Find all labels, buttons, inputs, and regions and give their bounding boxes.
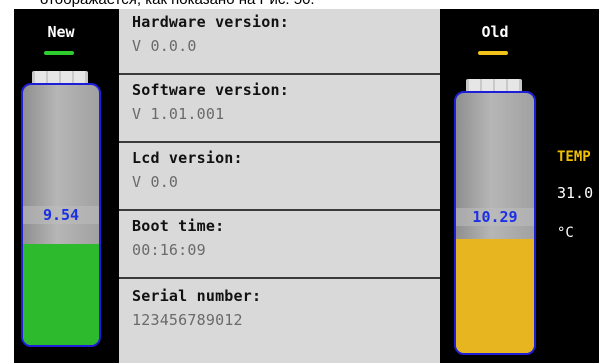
lcd-version-value: V 0.0 [132,173,179,191]
info-row-hardware: Hardware version: V 0.0.0 [119,9,440,75]
info-panel: Hardware version: V 0.0.0 Software versi… [119,9,440,363]
new-battery-level: 9.54 [23,206,99,224]
new-battery-fill [23,243,99,345]
serial-number-title: Serial number: [132,287,262,305]
old-battery-fill [456,238,534,353]
new-battery-indicator [44,51,74,55]
temperature-unit: °C [557,225,574,241]
boot-time-value: 00:16:09 [132,241,206,259]
software-version-title: Software version: [132,81,289,99]
serial-number-value: 123456789012 [132,311,243,329]
software-version-value: V 1.01.001 [132,105,225,123]
new-battery-label: New [47,23,75,41]
hardware-version-value: V 0.0.0 [132,37,197,55]
info-row-lcd: Lcd version: V 0.0 [119,145,440,211]
temperature-value: 31.0 [557,184,594,202]
hardware-version-title: Hardware version: [132,13,289,31]
old-battery-gauge: 10.29 [454,91,536,355]
old-battery-label: Old [481,23,509,41]
lcd-version-title: Lcd version: [132,149,243,167]
temperature-label: TEMP [557,149,591,165]
info-row-serial: Serial number: 123456789012 [119,283,440,363]
old-battery-indicator [478,51,508,55]
info-row-boot-time: Boot time: 00:16:09 [119,213,440,279]
new-battery-cap-icon [32,71,88,83]
old-battery-cap-icon [466,79,522,91]
page-caption: отображается, как показано на Рис. 50. [0,0,599,8]
old-battery-level: 10.29 [456,208,534,226]
boot-time-title: Boot time: [132,217,225,235]
device-screen: New 9.54 Hardware version: V 0.0.0 Softw… [14,9,599,363]
new-battery-gauge: 9.54 [21,83,101,347]
info-row-software: Software version: V 1.01.001 [119,77,440,143]
